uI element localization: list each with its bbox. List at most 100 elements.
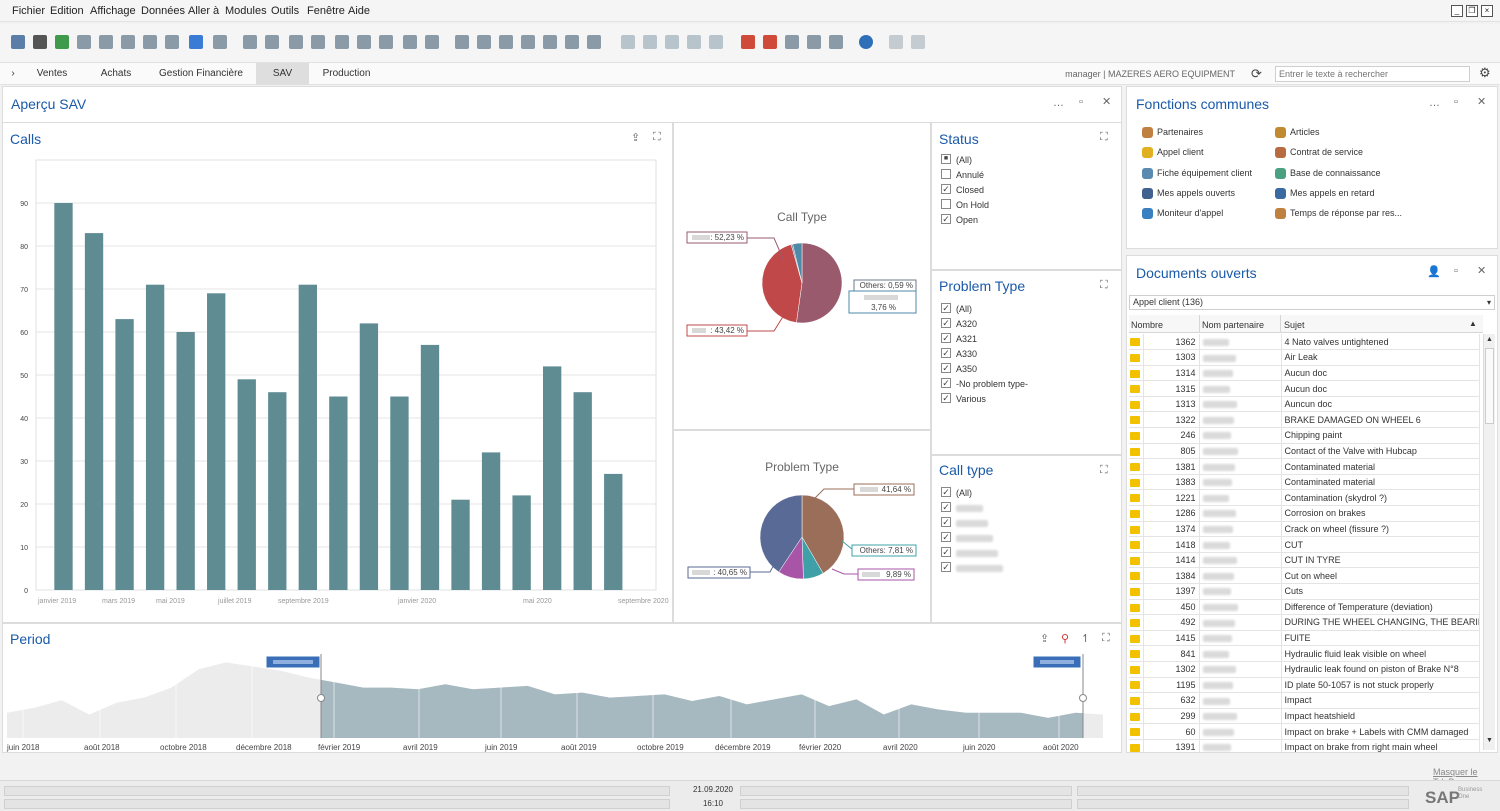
function-item[interactable]: Partenaires — [1142, 127, 1203, 139]
fullscreen-icon[interactable]: ⛶ — [1102, 632, 1110, 645]
filter-checkbox[interactable]: ✓ — [941, 214, 951, 224]
menu-outils[interactable]: Outils — [271, 5, 299, 17]
menu-fenetre[interactable]: Fenêtre — [307, 5, 345, 17]
filter-checkbox[interactable]: ✓ — [941, 393, 951, 403]
table-row[interactable]: 1415 FUITE — [1129, 630, 1480, 647]
layout-icon[interactable] — [212, 34, 228, 50]
table-row[interactable]: 492 DURING THE WHEEL CHANGING, THE BEARIN… — [1129, 614, 1480, 631]
link-arrow-icon[interactable] — [1130, 712, 1140, 721]
column-nombre[interactable]: Nombre — [1131, 320, 1163, 330]
link-arrow-icon[interactable] — [1130, 385, 1140, 394]
range-handle[interactable] — [317, 694, 325, 702]
window1-icon[interactable] — [888, 34, 904, 50]
scroll-down-icon[interactable]: ▼ — [1485, 737, 1494, 745]
function-item[interactable]: Fiche équipement client — [1142, 168, 1252, 179]
link-arrow-icon[interactable] — [1130, 354, 1140, 363]
bar[interactable] — [390, 396, 409, 591]
last-icon[interactable] — [356, 34, 372, 50]
bar[interactable] — [542, 366, 562, 590]
table-row[interactable]: 1221 Contamination (skydrol ?) — [1129, 489, 1480, 507]
link-arrow-icon[interactable] — [1130, 743, 1140, 752]
filter-checkbox[interactable]: ✓ — [941, 303, 951, 313]
tab-achats[interactable]: Achats — [88, 63, 144, 85]
bar[interactable] — [268, 392, 287, 590]
person-icon[interactable] — [828, 34, 844, 50]
function-item[interactable]: Mes appels en retard — [1275, 188, 1375, 200]
table-row[interactable]: 1381 Contaminated material — [1129, 458, 1480, 475]
bar[interactable] — [359, 323, 379, 590]
table-row[interactable]: 1315 Aucun doc — [1129, 380, 1480, 397]
first-icon[interactable] — [288, 34, 304, 50]
user-icon[interactable]: 👤 — [1427, 265, 1441, 278]
bar[interactable] — [176, 332, 195, 590]
filter-checkbox[interactable]: ✓ — [941, 333, 951, 343]
calendar-alert-icon[interactable] — [740, 34, 756, 50]
message-icon[interactable] — [708, 34, 724, 50]
table-row[interactable]: 1391 Impact on brake from right main whee… — [1129, 739, 1480, 752]
mail-alert-icon[interactable] — [762, 34, 778, 50]
copy-icon[interactable] — [76, 34, 92, 50]
bar[interactable] — [54, 203, 73, 590]
chevron-right-icon[interactable]: › — [6, 63, 20, 85]
filter-checkbox[interactable] — [941, 199, 951, 209]
table-row[interactable]: 1374 Crack on wheel (fissure ?) — [1129, 521, 1480, 538]
fullscreen-icon[interactable]: ⛶ — [1100, 464, 1108, 477]
close-panel-icon[interactable]: ✕ — [1102, 95, 1111, 108]
form-icon[interactable] — [142, 34, 158, 50]
menu-modules[interactable]: Modules — [225, 5, 267, 17]
filter-checkbox[interactable] — [941, 169, 951, 179]
refresh-icon[interactable]: ⟳ — [1251, 66, 1262, 82]
clear-filter-icon[interactable]: ⚲ — [1061, 632, 1069, 645]
table-row[interactable]: 1384 Cut on wheel — [1129, 567, 1480, 584]
doc-icon[interactable] — [164, 34, 180, 50]
menu-fichier[interactable]: Fichier — [12, 5, 45, 17]
link-arrow-icon[interactable] — [1130, 369, 1140, 378]
filter-icon[interactable] — [402, 34, 418, 50]
column-sujet[interactable]: Sujet — [1284, 320, 1305, 330]
link-arrow-icon[interactable] — [1130, 478, 1140, 487]
link-arrow-icon[interactable] — [1130, 681, 1140, 690]
link-arrow-icon[interactable] — [1130, 619, 1140, 628]
binoculars-icon[interactable] — [242, 34, 258, 50]
maximize-icon[interactable]: ▫ — [1454, 265, 1458, 277]
filter-checkbox[interactable]: ✓ — [941, 562, 951, 572]
table-row[interactable]: 1195 ID plate 50-1057 is not stuck proper… — [1129, 677, 1480, 694]
link-arrow-icon[interactable] — [1130, 431, 1140, 440]
scan-icon[interactable] — [98, 34, 114, 50]
pie-slice[interactable] — [796, 242, 843, 324]
link-arrow-icon[interactable] — [1130, 463, 1140, 472]
function-item[interactable]: Temps de réponse par res... — [1275, 208, 1402, 220]
table-row[interactable]: 1302 Hydraulic leak found on piston of Br… — [1129, 661, 1480, 678]
table-icon[interactable] — [498, 34, 514, 50]
link-arrow-icon[interactable] — [1130, 728, 1140, 737]
granularity-icon[interactable]: ↿ — [1081, 632, 1090, 645]
browse-icon[interactable] — [586, 34, 602, 50]
cut-icon[interactable] — [454, 34, 470, 50]
table-row[interactable]: 1414 CUT IN TYRE — [1129, 552, 1480, 569]
filter-checkbox[interactable]: ✓ — [941, 487, 951, 497]
table-row[interactable]: 1286 Corrosion on brakes — [1129, 505, 1480, 522]
function-item[interactable]: Contrat de service — [1275, 147, 1363, 159]
table-row[interactable]: 841 Hydraulic fluid leak visible on wheel — [1129, 645, 1480, 662]
table-row[interactable]: 1397 Cuts — [1129, 583, 1480, 600]
function-item[interactable]: Moniteur d'appel — [1142, 208, 1223, 220]
sort-up-icon[interactable]: ▲ — [1469, 319, 1477, 328]
bar[interactable] — [604, 473, 623, 590]
link-arrow-icon[interactable] — [1130, 541, 1140, 550]
sheet-icon[interactable] — [120, 34, 136, 50]
attach-icon[interactable] — [642, 34, 658, 50]
filter-checkbox[interactable]: ✓ — [941, 517, 951, 527]
filter-checkbox[interactable]: ✓ — [941, 378, 951, 388]
function-item[interactable]: Base de connaissance — [1275, 168, 1381, 179]
bar[interactable] — [451, 499, 470, 590]
edit-icon[interactable] — [620, 34, 636, 50]
bar[interactable] — [512, 495, 531, 590]
link-arrow-icon[interactable] — [1130, 587, 1140, 596]
table-row[interactable]: 1313 Auncun doc — [1129, 396, 1480, 413]
function-item[interactable]: Appel client — [1142, 147, 1204, 159]
link-arrow-icon[interactable] — [1130, 416, 1140, 425]
tab-sav[interactable]: SAV — [256, 63, 309, 85]
filter-checkbox[interactable]: ■ — [941, 154, 951, 164]
close-icon[interactable]: × — [1481, 5, 1493, 17]
link-arrow-icon[interactable] — [1130, 509, 1140, 518]
